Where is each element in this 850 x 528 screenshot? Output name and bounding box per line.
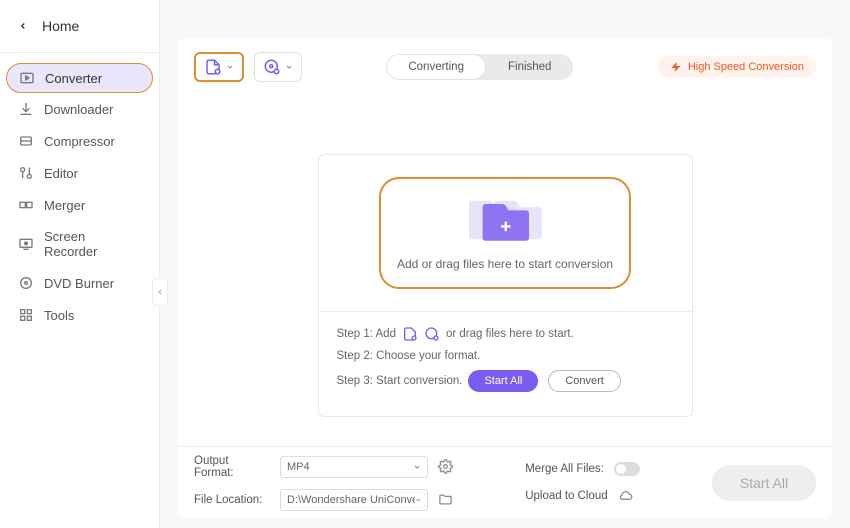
step-convert-button[interactable]: Convert [548,370,621,392]
output-format-value: MP4 [287,461,310,473]
dropzone-container: Add or drag files here to start conversi… [318,154,693,417]
sidebar-item-label: DVD Burner [44,276,114,291]
sidebar-collapse-handle[interactable] [152,278,168,306]
step-start-all-button[interactable]: Start All [468,370,538,392]
merger-icon [18,197,34,213]
tab-finished[interactable]: Finished [486,54,573,80]
output-format-select[interactable]: MP4 [280,456,428,478]
add-disc-icon[interactable] [424,326,440,342]
folder-plus-icon [465,195,545,245]
tools-icon [18,307,34,323]
sidebar-item-converter[interactable]: Converter [6,63,153,93]
hsc-label: High Speed Conversion [688,61,804,73]
sidebar-item-editor[interactable]: Editor [6,157,153,189]
merge-files-label: Merge All Files: [525,463,604,475]
sidebar-item-label: Screen Recorder [44,229,141,259]
dropzone[interactable]: Add or drag files here to start conversi… [379,177,631,289]
chevron-down-icon [413,463,421,471]
sidebar-item-merger[interactable]: Merger [6,189,153,221]
add-file-icon [204,58,222,76]
sidebar-item-label: Downloader [44,102,113,117]
dvd-burner-icon [18,275,34,291]
lightning-icon [670,61,682,73]
output-format-label: Output Format: [194,455,270,479]
folder-icon[interactable] [438,492,453,507]
chevron-down-icon [285,63,293,71]
sidebar-item-downloader[interactable]: Downloader [6,93,153,125]
sidebar-item-label: Editor [44,166,78,181]
sidebar-item-screen-recorder[interactable]: Screen Recorder [6,221,153,267]
upload-cloud-label: Upload to Cloud [525,490,607,502]
home-label: Home [42,18,79,34]
sidebar-item-compressor[interactable]: Compressor [6,125,153,157]
step-2: Step 2: Choose your format. [337,350,674,362]
step1-suffix: or drag files here to start. [446,328,574,340]
file-location-label: File Location: [194,494,270,506]
tab-converting[interactable]: Converting [386,54,486,80]
sidebar: Home Converter Downloader Compressor Edi… [0,0,160,528]
screen-recorder-icon [18,236,34,252]
add-disc-icon [263,58,281,76]
add-file-icon[interactable] [402,326,418,342]
sidebar-item-label: Tools [44,308,74,323]
file-location-select[interactable]: D:\Wondershare UniConverter 1 [280,489,428,511]
status-tabs: Converting Finished [386,54,573,80]
merge-files-toggle[interactable] [614,462,640,476]
add-file-button[interactable] [194,52,244,82]
cloud-icon[interactable] [618,488,633,503]
step3-label: Step 3: Start conversion. [337,375,463,387]
start-all-button[interactable]: Start All [712,465,816,501]
sidebar-item-label: Converter [45,71,102,86]
file-location-value: D:\Wondershare UniConverter 1 [287,494,415,506]
chevron-down-icon [415,496,422,504]
step-1: Step 1: Add or drag files here to start. [337,326,674,342]
sidebar-item-dvd-burner[interactable]: DVD Burner [6,267,153,299]
step1-prefix: Step 1: Add [337,328,396,340]
converter-icon [19,70,35,86]
add-disc-button[interactable] [254,52,302,82]
compressor-icon [18,133,34,149]
downloader-icon [18,101,34,117]
step-3: Step 3: Start conversion. Start All Conv… [337,370,674,392]
back-icon [18,21,28,31]
chevron-down-icon [226,63,234,71]
sidebar-item-tools[interactable]: Tools [6,299,153,331]
gear-icon[interactable] [438,459,453,474]
sidebar-item-label: Merger [44,198,85,213]
sidebar-item-label: Compressor [44,134,115,149]
dropzone-text: Add or drag files here to start conversi… [397,257,613,271]
editor-icon [18,165,34,181]
home-nav[interactable]: Home [0,8,159,53]
high-speed-conversion-badge[interactable]: High Speed Conversion [658,56,816,78]
